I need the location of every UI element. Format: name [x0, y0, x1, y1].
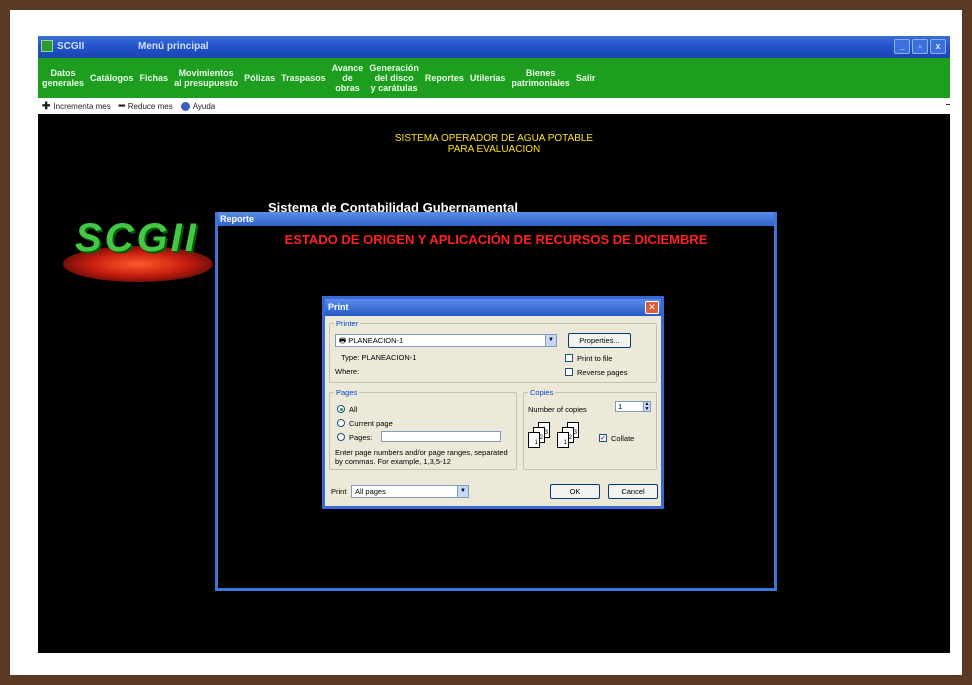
report-window-title: Reporte	[218, 212, 774, 226]
scgii-logo: SCGII	[63, 216, 213, 286]
all-pages-label: All	[349, 405, 358, 414]
main-menu: Datos generales Catálogos Fichas Movimien…	[38, 58, 950, 98]
print-to-file-label: Print to file	[577, 354, 613, 363]
collate-page-icon: 1	[557, 432, 569, 448]
logo-text: SCGII	[75, 216, 199, 260]
menu-movimientos[interactable]: Movimientos al presupuesto	[174, 68, 238, 88]
number-of-copies-label: Number of copies	[528, 405, 587, 414]
menu-generacion-disco[interactable]: Generación del disco y carátulas	[369, 63, 419, 93]
page-range-input[interactable]	[381, 431, 501, 442]
where-label: Where:	[335, 367, 360, 376]
menu-bienes-patrimoniales[interactable]: Bienes patrimoniales	[511, 68, 570, 88]
title-bar: SCGII Menú principal _ ▫ x	[38, 36, 950, 58]
menu-catalogos[interactable]: Catálogos	[90, 73, 134, 83]
close-button[interactable]: x	[930, 39, 946, 54]
minimize-button[interactable]: _	[894, 39, 910, 54]
help-globe-icon	[180, 101, 190, 111]
report-heading: ESTADO DE ORIGEN Y APLICACIÓN DE RECURSO…	[284, 232, 708, 247]
application-screen: SCGII Menú principal _ ▫ x Datos generale…	[38, 36, 950, 653]
pages-help-text: Enter page numbers and/or page ranges, s…	[335, 448, 508, 466]
menu-reportes[interactable]: Reportes	[425, 73, 464, 83]
menu-avance-obras[interactable]: Avance de obras	[332, 63, 364, 93]
properties-button[interactable]: Properties...	[568, 333, 631, 348]
increment-month-button[interactable]: ✚ Incrementa mes	[42, 101, 111, 112]
print-dialog-title: Print	[325, 299, 661, 316]
help-button[interactable]: Ayuda	[180, 101, 215, 111]
collate-label: Collate	[611, 434, 635, 443]
current-page-radio[interactable]	[337, 419, 345, 427]
cancel-button[interactable]: Cancel	[608, 484, 658, 499]
menu-fichas[interactable]: Fichas	[140, 73, 169, 83]
menu-utilerias[interactable]: Utilerías	[470, 73, 506, 83]
collate-checkbox[interactable]: ✓	[599, 434, 607, 442]
copies-spinner[interactable]: 1	[615, 401, 645, 412]
menu-traspasos[interactable]: Traspasos	[281, 73, 326, 83]
menu-datos-generales[interactable]: Datos generales	[42, 68, 84, 88]
spinner-arrows-icon[interactable]: ▲ ▼	[643, 401, 651, 412]
restore-button[interactable]: ▫	[912, 39, 928, 54]
print-what-select[interactable]: All pages ▼	[351, 485, 469, 498]
plus-icon: ✚	[42, 100, 51, 112]
print-what-label: Print	[331, 487, 347, 496]
page-range-label: Pages:	[349, 433, 373, 442]
current-page-label: Current page	[349, 419, 393, 428]
minus-icon: ━	[118, 100, 125, 112]
app-name: SCGII	[57, 41, 85, 52]
chevron-down-icon: ▼	[457, 486, 468, 497]
printer-type: Type: PLANEACION-1	[341, 353, 417, 362]
collate-page-icon: 1	[528, 432, 540, 448]
chevron-down-icon: ▼	[545, 335, 556, 346]
all-pages-radio[interactable]	[337, 405, 345, 413]
menu-salir[interactable]: Salir	[576, 73, 596, 83]
menu-polizas[interactable]: Pólizas	[244, 73, 275, 83]
toolbar-divider	[946, 104, 950, 105]
close-icon[interactable]: ✕	[645, 301, 659, 314]
reverse-pages-checkbox[interactable]	[565, 368, 573, 376]
window-title: Menú principal	[138, 41, 209, 52]
page-range-radio[interactable]	[337, 433, 345, 441]
printer-icon: 🖶	[339, 336, 347, 345]
ok-button[interactable]: OK	[550, 484, 600, 499]
printer-select[interactable]: 🖶 PLANEACION-1 ▼	[335, 334, 557, 347]
app-icon	[41, 40, 53, 52]
toolbar: ✚ Incrementa mes ━ Reduce mes Ayuda	[38, 98, 950, 114]
system-title: SISTEMA OPERADOR DE AGUA POTABLE PARA EV…	[394, 133, 594, 155]
print-to-file-checkbox[interactable]	[565, 354, 573, 362]
print-dialog: Print ✕ Printer 🖶 PLANEACION-1 ▼ Propert…	[322, 296, 664, 509]
reverse-pages-label: Reverse pages	[577, 368, 628, 377]
decrement-month-button[interactable]: ━ Reduce mes	[119, 101, 173, 112]
